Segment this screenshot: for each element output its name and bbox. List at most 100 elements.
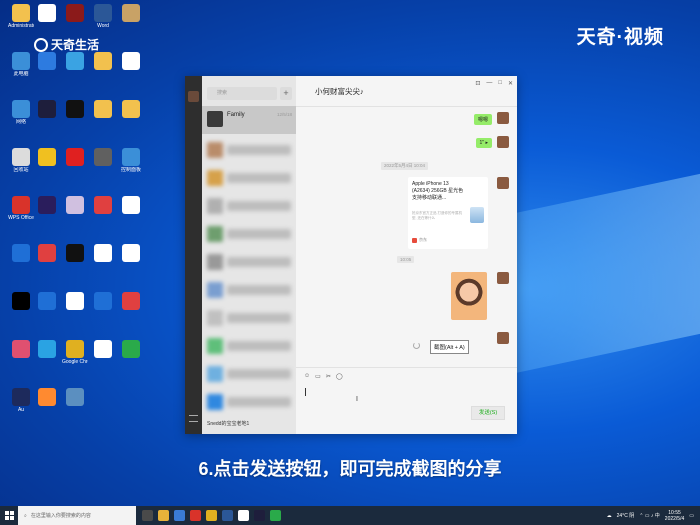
taskbar-app-icon[interactable]: [174, 510, 185, 521]
desktop-icon[interactable]: [90, 196, 116, 215]
desktop-icon[interactable]: WPS Office: [8, 196, 34, 221]
chat-history-icon[interactable]: ◯: [336, 373, 343, 380]
minimize-button[interactable]: —: [486, 80, 492, 87]
desktop-icon[interactable]: [34, 196, 60, 215]
send-button[interactable]: 发送(S): [471, 406, 505, 420]
list-item[interactable]: [207, 394, 291, 412]
product-card[interactable]: Apple iPhone 13 (A2634) 256GB 星光色 支持移动联通…: [408, 177, 488, 249]
voice-message-bubble[interactable]: 1" ▸: [475, 138, 492, 148]
file-explorer-icon[interactable]: [158, 510, 169, 521]
text-cursor: [305, 388, 306, 396]
desktop-icon[interactable]: [8, 340, 34, 359]
desktop-icon[interactable]: [8, 292, 34, 311]
desktop-icon[interactable]: [8, 244, 34, 263]
desktop-icon-label: 网络: [15, 119, 26, 125]
desktop-app-icon: [66, 244, 84, 262]
close-button[interactable]: ✕: [508, 80, 513, 87]
clock[interactable]: 10:55 2022/5/4: [665, 510, 684, 522]
desktop-icon[interactable]: [34, 52, 60, 71]
list-item[interactable]: [207, 310, 291, 328]
desktop-icon[interactable]: [34, 4, 60, 23]
my-avatar: [497, 112, 509, 124]
list-item[interactable]: [207, 366, 291, 384]
desktop-icon[interactable]: [90, 148, 116, 167]
image-message[interactable]: [451, 272, 487, 320]
menu-icon[interactable]: [189, 415, 198, 422]
list-item[interactable]: [207, 226, 291, 244]
add-button[interactable]: +: [280, 87, 292, 100]
desktop-app-icon: [94, 244, 112, 262]
desktop-app-icon: [66, 148, 84, 166]
list-item[interactable]: [207, 282, 291, 300]
search-input[interactable]: 搜索: [207, 87, 277, 100]
desktop-icon[interactable]: [90, 100, 116, 119]
list-item[interactable]: [207, 338, 291, 356]
screenshot-tooltip: 截图(Alt + A): [430, 340, 469, 354]
desktop-icon[interactable]: [90, 292, 116, 311]
desktop-icon[interactable]: [62, 148, 88, 167]
notification-icon[interactable]: ▭: [689, 513, 694, 519]
list-item[interactable]: [207, 142, 291, 160]
desktop-icon[interactable]: [34, 244, 60, 263]
desktop-icon[interactable]: [90, 340, 116, 359]
pin-icon[interactable]: ⊡: [475, 80, 480, 87]
desktop-icon[interactable]: Administrator: [8, 4, 34, 29]
maximize-button[interactable]: □: [498, 80, 502, 87]
chat-time: 12/5/18: [276, 112, 292, 117]
file-icon[interactable]: ▭: [315, 373, 321, 380]
my-avatar: [497, 136, 509, 148]
desktop-icon[interactable]: [118, 340, 144, 359]
wps-icon[interactable]: [190, 510, 201, 521]
chrome-icon[interactable]: [206, 510, 217, 521]
desktop-icon[interactable]: [62, 4, 88, 23]
sending-spinner-icon: [413, 342, 420, 349]
taskbar-search[interactable]: ⌕ 在这里输入你要搜索的内容: [18, 506, 136, 525]
desktop-icon[interactable]: Word: [90, 4, 116, 29]
tray-icons[interactable]: ⌃ ▭ ♪ 中: [639, 512, 660, 519]
desktop-icon[interactable]: [118, 52, 144, 71]
desktop-icon[interactable]: [90, 244, 116, 263]
list-item[interactable]: [207, 198, 291, 216]
desktop-icon[interactable]: [62, 52, 88, 71]
desktop-icon[interactable]: 回收站: [8, 148, 34, 173]
desktop-icon[interactable]: [90, 52, 116, 71]
task-view-icon[interactable]: [142, 510, 153, 521]
weather-text[interactable]: 24°C 阴: [617, 512, 635, 519]
desktop-icon[interactable]: [62, 100, 88, 119]
chat-item-family[interactable]: Family 12/5/18: [202, 106, 296, 134]
desktop-icon[interactable]: [34, 148, 60, 167]
list-item[interactable]: [207, 254, 291, 272]
word-icon[interactable]: [222, 510, 233, 521]
desktop-icon[interactable]: [118, 100, 144, 119]
desktop-icon[interactable]: [118, 292, 144, 311]
user-avatar[interactable]: [188, 91, 199, 102]
taskbar-app-icon[interactable]: [238, 510, 249, 521]
desktop-icon[interactable]: [62, 292, 88, 311]
desktop-icon[interactable]: [118, 244, 144, 263]
desktop-icon[interactable]: 控制面板: [118, 148, 144, 173]
desktop-icon-label: 此电脑: [13, 71, 29, 77]
desktop-app-icon: [122, 196, 140, 214]
desktop-icon[interactable]: [118, 4, 144, 23]
desktop-icon[interactable]: [34, 340, 60, 359]
desktop-icon[interactable]: 网络: [8, 100, 34, 125]
desktop-icon[interactable]: [62, 388, 88, 407]
desktop-icon[interactable]: [34, 292, 60, 311]
wechat-icon[interactable]: [270, 510, 281, 521]
emoji-icon[interactable]: ☺: [304, 373, 310, 380]
desktop-icon[interactable]: Au: [8, 388, 34, 413]
taskbar-app-icon[interactable]: [254, 510, 265, 521]
desktop-icon[interactable]: [34, 388, 60, 407]
start-button[interactable]: [0, 506, 18, 525]
message-bubble[interactable]: 嗯嗯: [473, 114, 492, 125]
desktop-icon[interactable]: [118, 196, 144, 215]
desktop-icon[interactable]: [62, 196, 88, 215]
desktop-icon[interactable]: 此电脑: [8, 52, 34, 77]
chat-list: 搜索 + Family 12/5/18 Snedd的宝宝老地1: [202, 76, 296, 434]
desktop-icon[interactable]: Google Chrome: [62, 340, 88, 365]
screenshot-icon[interactable]: ✂: [326, 373, 331, 380]
desktop-icon[interactable]: [62, 244, 88, 263]
desktop-icon[interactable]: [34, 100, 60, 119]
list-item[interactable]: [207, 170, 291, 188]
chat-item-last[interactable]: Snedd的宝宝老地1: [207, 420, 249, 427]
